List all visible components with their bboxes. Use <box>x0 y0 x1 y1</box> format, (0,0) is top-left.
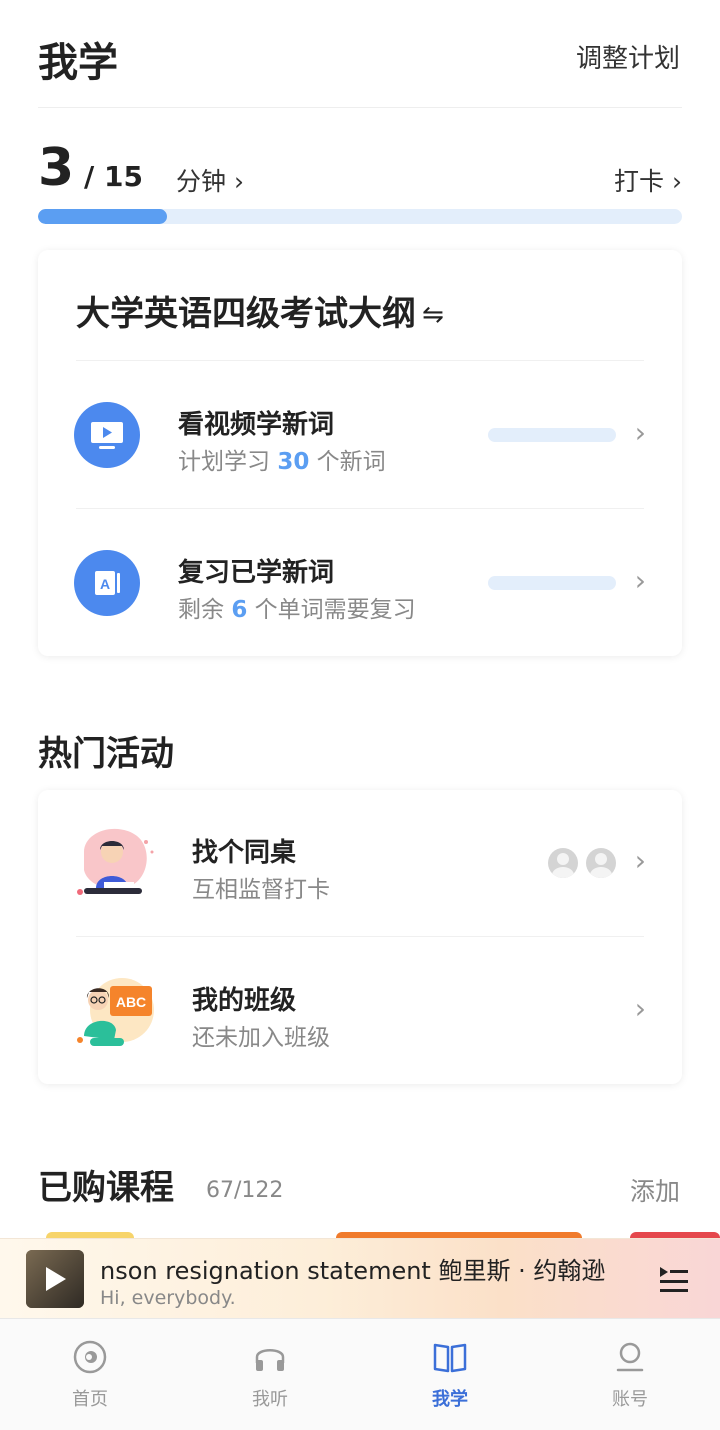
activities-card: 找个同桌 互相监督打卡 › ABC 我的班级 还未加入班级 › <box>38 790 682 1084</box>
divider <box>76 508 644 509</box>
chevron-right-icon: › <box>634 992 646 1025</box>
review-words-row[interactable]: A 复习已学新词 剩余 6 个单词需要复习 › <box>38 510 682 656</box>
book-icon <box>433 1343 467 1373</box>
row-title: 复习已学新词 <box>178 558 335 588</box>
word-card-icon: A <box>74 550 140 616</box>
header: 我学 调整计划 <box>38 28 682 108</box>
mini-player[interactable]: nson resignation statement 鲍里斯 · 约翰逊 Hi,… <box>0 1238 720 1318</box>
nav-label: 账号 <box>612 1389 648 1410</box>
track-title: nson resignation statement 鲍里斯 · 约翰逊 <box>100 1257 606 1285</box>
divider <box>76 360 644 361</box>
activity-title: 找个同桌 <box>192 838 297 868</box>
row-subtitle: 剩余 6 个单词需要复习 <box>178 597 416 623</box>
nav-label: 我学 <box>432 1389 468 1410</box>
row-subtitle: 计划学习 30 个新词 <box>178 449 386 475</box>
playlist-icon[interactable] <box>658 1263 690 1295</box>
study-plan-card: 大学英语四级考试大纲 ⇋ 看视频学新词 计划学习 30 个新词 › A 复习已学新… <box>38 250 682 656</box>
progress-unit-link[interactable]: 分钟 › <box>176 162 244 198</box>
activity-subtitle: 互相监督打卡 <box>192 877 330 903</box>
avatar <box>548 848 578 878</box>
nav-item-account[interactable]: 账号 <box>540 1319 720 1430</box>
track-thumbnail[interactable] <box>26 1250 84 1308</box>
nav-item-study[interactable]: 我学 <box>360 1319 540 1430</box>
swap-icon[interactable]: ⇋ <box>422 300 444 330</box>
activities-title: 热门活动 <box>38 734 174 774</box>
nav-label: 首页 <box>72 1389 108 1410</box>
page-title: 我学 <box>38 40 118 86</box>
chevron-right-icon: › <box>634 416 646 449</box>
row-progress-bar <box>488 576 616 590</box>
track-subtitle: Hi, everybody. <box>100 1287 236 1309</box>
headphones-icon <box>255 1349 285 1371</box>
nav-label: 我听 <box>252 1389 288 1410</box>
plan-title-text: 大学英语四级考试大纲 <box>76 294 416 334</box>
progress-current: 3 <box>38 138 75 198</box>
video-icon <box>74 402 140 468</box>
chevron-right-icon: › <box>634 844 646 877</box>
courses-count: 67/122 <box>206 1178 284 1203</box>
avatar <box>586 848 616 878</box>
progress-total: / 15 <box>84 160 143 193</box>
progress-bar <box>38 209 682 224</box>
nav-item-home[interactable]: 首页 <box>0 1319 180 1430</box>
row-progress-bar <box>488 428 616 442</box>
courses-title: 已购课程 <box>38 1168 174 1208</box>
home-icon <box>73 1340 107 1374</box>
progress-fill <box>38 209 167 224</box>
activity-subtitle: 还未加入班级 <box>192 1025 330 1051</box>
divider <box>76 936 644 937</box>
plan-title[interactable]: 大学英语四级考试大纲 ⇋ <box>76 286 444 335</box>
learn-new-words-row[interactable]: 看视频学新词 计划学习 30 个新词 › <box>38 362 682 508</box>
nav-item-listen[interactable]: 我听 <box>180 1319 360 1430</box>
deskmate-illustration <box>74 822 158 906</box>
svg-text:A: A <box>100 576 110 592</box>
my-class-row[interactable]: ABC 我的班级 还未加入班级 › <box>38 938 682 1084</box>
row-title: 看视频学新词 <box>178 410 335 440</box>
activity-title: 我的班级 <box>192 986 297 1016</box>
add-course-button[interactable]: 添加 <box>630 1172 680 1208</box>
account-icon <box>616 1342 644 1372</box>
adjust-plan-button[interactable]: 调整计划 <box>576 38 680 75</box>
chevron-right-icon: › <box>634 564 646 597</box>
checkin-button[interactable]: 打卡 › <box>614 162 682 198</box>
find-deskmate-row[interactable]: 找个同桌 互相监督打卡 › <box>38 790 682 936</box>
daily-progress: 3 / 15 分钟 › 打卡 › <box>38 140 682 200</box>
deskmate-avatars <box>548 848 616 878</box>
class-illustration: ABC <box>74 970 158 1054</box>
svg-text:ABC: ABC <box>116 994 146 1010</box>
play-icon[interactable] <box>46 1267 66 1291</box>
bottom-nav: 首页 我听 我学 账号 <box>0 1318 720 1430</box>
